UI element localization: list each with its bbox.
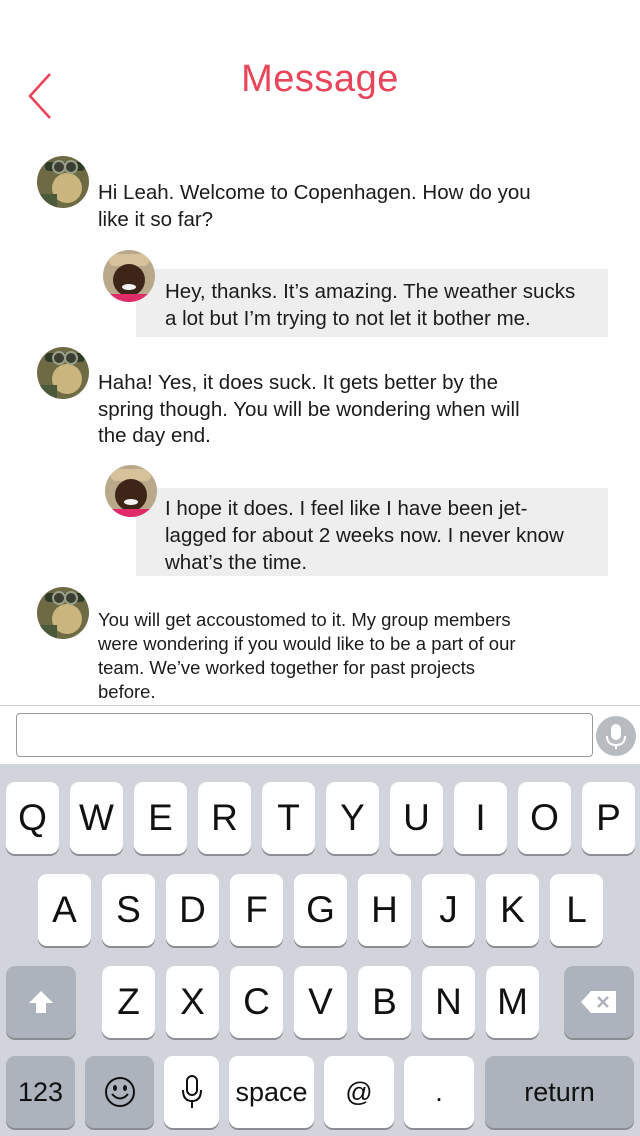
page-title: Message [241, 58, 399, 100]
emoji-icon [104, 1077, 135, 1107]
message-text: Haha! Yes, it does suck. It gets better … [98, 371, 520, 447]
message-incoming: You will get accoustomed to it. My group… [0, 585, 640, 705]
key-f[interactable]: F [230, 874, 283, 946]
key-d[interactable]: D [166, 874, 219, 946]
on-screen-keyboard: Q W E R T Y U I O P A S D F G H J K L Z … [0, 764, 640, 1136]
key-u[interactable]: U [390, 782, 443, 854]
shift-arrow-icon [29, 991, 53, 1013]
return-key[interactable]: return [485, 1056, 634, 1128]
delete-key[interactable] [564, 966, 634, 1038]
key-s[interactable]: S [102, 874, 155, 946]
space-key[interactable]: space [229, 1056, 314, 1128]
key-a[interactable]: A [38, 874, 91, 946]
man-goggles-avatar[interactable] [37, 156, 89, 208]
period-key[interactable]: . [404, 1056, 474, 1128]
woman-hat-avatar[interactable] [105, 465, 157, 517]
key-c[interactable]: C [230, 966, 283, 1038]
key-o[interactable]: O [518, 782, 571, 854]
shift-key[interactable] [6, 966, 76, 1038]
key-k[interactable]: K [486, 874, 539, 946]
voice-input-button[interactable] [596, 716, 636, 756]
message-input[interactable] [16, 713, 593, 757]
key-l[interactable]: L [550, 874, 603, 946]
key-x[interactable]: X [166, 966, 219, 1038]
key-j[interactable]: J [422, 874, 475, 946]
dictation-key[interactable] [164, 1056, 219, 1128]
key-i[interactable]: I [454, 782, 507, 854]
message-text: Hi Leah. Welcome to Copenhagen. How do y… [98, 181, 531, 231]
nav-header: Message [0, 0, 640, 140]
message-outgoing: Hey, thanks. It’s amazing. The weather s… [0, 250, 640, 340]
message-bubble: Hey, thanks. It’s amazing. The weather s… [136, 269, 608, 337]
key-e[interactable]: E [134, 782, 187, 854]
message-text: You will get accoustomed to it. My group… [98, 609, 516, 702]
key-n[interactable]: N [422, 966, 475, 1038]
key-v[interactable]: V [294, 966, 347, 1038]
key-g[interactable]: G [294, 874, 347, 946]
microphone-icon [181, 1075, 202, 1108]
man-goggles-avatar[interactable] [37, 347, 89, 399]
message-list[interactable]: Hi Leah. Welcome to Copenhagen. How do y… [0, 140, 640, 705]
key-t[interactable]: T [262, 782, 315, 854]
key-z[interactable]: Z [102, 966, 155, 1038]
backspace-icon [581, 991, 616, 1013]
numbers-key[interactable]: 123 [6, 1056, 75, 1128]
key-b[interactable]: B [358, 966, 411, 1038]
woman-hat-avatar[interactable] [103, 250, 155, 302]
at-key[interactable]: @ [324, 1056, 394, 1128]
message-incoming: Hi Leah. Welcome to Copenhagen. How do y… [0, 140, 640, 231]
message-composer [0, 706, 640, 764]
message-outgoing: I hope it does. I feel like I have been … [0, 465, 640, 580]
emoji-key[interactable] [85, 1056, 154, 1128]
message-incoming: Haha! Yes, it does suck. It gets better … [0, 345, 640, 465]
microphone-icon [606, 724, 626, 749]
key-q[interactable]: Q [6, 782, 59, 854]
message-bubble: I hope it does. I feel like I have been … [136, 488, 608, 576]
key-p[interactable]: P [582, 782, 635, 854]
man-goggles-avatar[interactable] [37, 587, 89, 639]
key-y[interactable]: Y [326, 782, 379, 854]
key-h[interactable]: H [358, 874, 411, 946]
key-w[interactable]: W [70, 782, 123, 854]
key-r[interactable]: R [198, 782, 251, 854]
key-m[interactable]: M [486, 966, 539, 1038]
